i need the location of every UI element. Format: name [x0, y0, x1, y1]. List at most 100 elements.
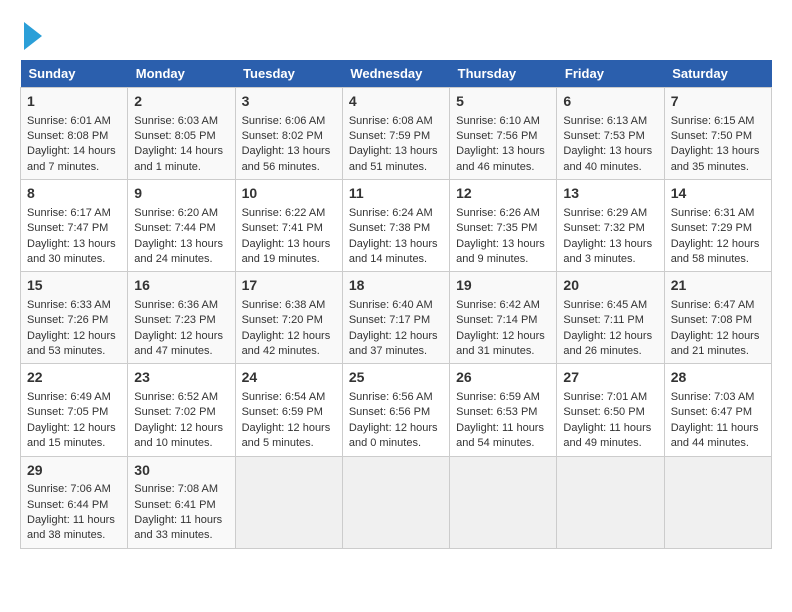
day-info-line: Sunrise: 6:49 AM	[27, 390, 121, 405]
calendar-day-cell: 8Sunrise: 6:17 AMSunset: 7:47 PMDaylight…	[21, 180, 128, 272]
calendar-week-row: 15Sunrise: 6:33 AMSunset: 7:26 PMDayligh…	[21, 272, 772, 364]
day-info-line: Daylight: 12 hours	[27, 421, 121, 436]
day-info-line: Sunrise: 6:47 AM	[671, 298, 765, 313]
calendar-day-cell: 27Sunrise: 7:01 AMSunset: 6:50 PMDayligh…	[557, 364, 664, 456]
day-info-line: and 53 minutes.	[27, 344, 121, 359]
day-info-line: Sunset: 7:53 PM	[563, 129, 657, 144]
calendar-day-cell: 9Sunrise: 6:20 AMSunset: 7:44 PMDaylight…	[128, 180, 235, 272]
day-number: 21	[671, 276, 765, 296]
day-info-line: and 54 minutes.	[456, 436, 550, 451]
day-info-line: Sunrise: 6:24 AM	[349, 206, 443, 221]
day-info-line: Daylight: 12 hours	[456, 329, 550, 344]
day-info-line: Sunrise: 6:59 AM	[456, 390, 550, 405]
day-info-line: Sunset: 6:47 PM	[671, 405, 765, 420]
calendar-day-cell: 5Sunrise: 6:10 AMSunset: 7:56 PMDaylight…	[450, 88, 557, 180]
day-info-line: Sunset: 7:47 PM	[27, 221, 121, 236]
day-number: 12	[456, 184, 550, 204]
calendar-day-cell	[450, 456, 557, 548]
day-number: 29	[27, 461, 121, 481]
calendar-day-cell: 12Sunrise: 6:26 AMSunset: 7:35 PMDayligh…	[450, 180, 557, 272]
day-info-line: Daylight: 11 hours	[134, 513, 228, 528]
calendar-day-cell	[235, 456, 342, 548]
day-info-line: and 58 minutes.	[671, 252, 765, 267]
day-info-line: Sunset: 7:20 PM	[242, 313, 336, 328]
day-info-line: Sunset: 6:53 PM	[456, 405, 550, 420]
calendar-day-cell: 20Sunrise: 6:45 AMSunset: 7:11 PMDayligh…	[557, 272, 664, 364]
day-info-line: Sunset: 7:02 PM	[134, 405, 228, 420]
day-info-line: Sunset: 8:02 PM	[242, 129, 336, 144]
day-info-line: Sunrise: 6:36 AM	[134, 298, 228, 313]
day-info-line: Daylight: 12 hours	[242, 329, 336, 344]
day-info-line: Daylight: 12 hours	[134, 329, 228, 344]
day-info-line: Sunset: 7:56 PM	[456, 129, 550, 144]
day-info-line: Sunrise: 7:08 AM	[134, 482, 228, 497]
day-info-line: Sunrise: 6:17 AM	[27, 206, 121, 221]
day-number: 23	[134, 368, 228, 388]
calendar-day-cell: 10Sunrise: 6:22 AMSunset: 7:41 PMDayligh…	[235, 180, 342, 272]
calendar-day-cell	[342, 456, 449, 548]
day-info-line: Daylight: 13 hours	[349, 144, 443, 159]
day-info-line: Daylight: 14 hours	[134, 144, 228, 159]
day-info-line: and 47 minutes.	[134, 344, 228, 359]
day-info-line: Sunset: 7:59 PM	[349, 129, 443, 144]
day-info-line: Sunrise: 6:22 AM	[242, 206, 336, 221]
day-info-line: Sunset: 7:29 PM	[671, 221, 765, 236]
day-info-line: Sunset: 7:17 PM	[349, 313, 443, 328]
day-info-line: Sunset: 7:26 PM	[27, 313, 121, 328]
day-info-line: Daylight: 13 hours	[456, 144, 550, 159]
calendar-week-row: 29Sunrise: 7:06 AMSunset: 6:44 PMDayligh…	[21, 456, 772, 548]
day-info-line: Daylight: 12 hours	[671, 329, 765, 344]
calendar-day-cell: 6Sunrise: 6:13 AMSunset: 7:53 PMDaylight…	[557, 88, 664, 180]
calendar-day-cell: 11Sunrise: 6:24 AMSunset: 7:38 PMDayligh…	[342, 180, 449, 272]
day-info-line: Sunrise: 6:26 AM	[456, 206, 550, 221]
calendar-day-cell: 1Sunrise: 6:01 AMSunset: 8:08 PMDaylight…	[21, 88, 128, 180]
day-number: 27	[563, 368, 657, 388]
calendar-day-cell: 4Sunrise: 6:08 AMSunset: 7:59 PMDaylight…	[342, 88, 449, 180]
page-header	[20, 20, 772, 50]
calendar-day-cell: 21 Sunrise: 6:47 AMSunset: 7:08 PMDayligh…	[664, 272, 771, 364]
day-number: 3	[242, 92, 336, 112]
day-info-line: and 44 minutes.	[671, 436, 765, 451]
calendar-day-cell: 15Sunrise: 6:33 AMSunset: 7:26 PMDayligh…	[21, 272, 128, 364]
day-info-line: Sunrise: 6:08 AM	[349, 114, 443, 129]
day-info-line: and 38 minutes.	[27, 528, 121, 543]
day-info-line: and 7 minutes.	[27, 160, 121, 175]
day-info-line: and 3 minutes.	[563, 252, 657, 267]
day-info-line: Daylight: 11 hours	[671, 421, 765, 436]
day-info-line: Daylight: 11 hours	[563, 421, 657, 436]
weekday-header-cell: Friday	[557, 60, 664, 88]
day-info-line: and 19 minutes.	[242, 252, 336, 267]
calendar-day-cell: 24Sunrise: 6:54 AMSunset: 6:59 PMDayligh…	[235, 364, 342, 456]
day-number: 18	[349, 276, 443, 296]
day-number: 13	[563, 184, 657, 204]
day-info-line: Sunset: 6:59 PM	[242, 405, 336, 420]
day-info-line: Daylight: 11 hours	[27, 513, 121, 528]
day-info-line: Sunrise: 6:20 AM	[134, 206, 228, 221]
calendar-day-cell: 7Sunrise: 6:15 AMSunset: 7:50 PMDaylight…	[664, 88, 771, 180]
day-info-line: Sunset: 6:50 PM	[563, 405, 657, 420]
day-number: 6	[563, 92, 657, 112]
day-number: 5	[456, 92, 550, 112]
day-number: 15	[27, 276, 121, 296]
day-info-line: Sunset: 7:32 PM	[563, 221, 657, 236]
day-number: 8	[27, 184, 121, 204]
day-info-line: and 49 minutes.	[563, 436, 657, 451]
day-info-line: Sunrise: 6:38 AM	[242, 298, 336, 313]
weekday-header-cell: Thursday	[450, 60, 557, 88]
calendar-day-cell: 23Sunrise: 6:52 AMSunset: 7:02 PMDayligh…	[128, 364, 235, 456]
day-info-line: Sunrise: 6:03 AM	[134, 114, 228, 129]
day-info-line: and 24 minutes.	[134, 252, 228, 267]
day-info-line: Sunset: 8:05 PM	[134, 129, 228, 144]
weekday-header-cell: Monday	[128, 60, 235, 88]
calendar-week-row: 8Sunrise: 6:17 AMSunset: 7:47 PMDaylight…	[21, 180, 772, 272]
day-number: 7	[671, 92, 765, 112]
calendar-day-cell	[664, 456, 771, 548]
day-number: 24	[242, 368, 336, 388]
day-info-line: Sunset: 7:08 PM	[671, 313, 765, 328]
calendar-day-cell: 17Sunrise: 6:38 AMSunset: 7:20 PMDayligh…	[235, 272, 342, 364]
calendar-day-cell: 18Sunrise: 6:40 AMSunset: 7:17 PMDayligh…	[342, 272, 449, 364]
calendar-day-cell: 16Sunrise: 6:36 AMSunset: 7:23 PMDayligh…	[128, 272, 235, 364]
calendar-week-row: 22Sunrise: 6:49 AMSunset: 7:05 PMDayligh…	[21, 364, 772, 456]
day-number: 2	[134, 92, 228, 112]
logo-arrow-icon	[24, 22, 42, 50]
